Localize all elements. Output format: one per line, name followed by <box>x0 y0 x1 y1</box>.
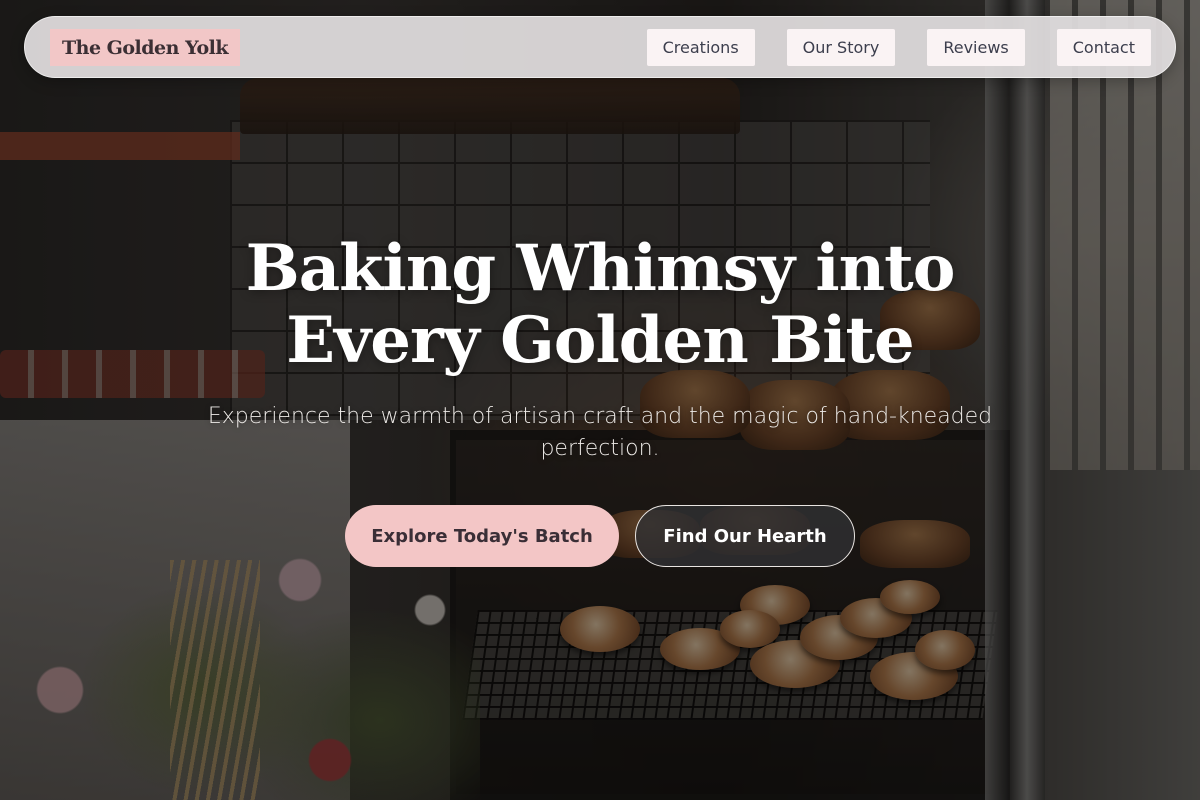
hero-background-image <box>0 0 1200 800</box>
nav-link-reviews[interactable]: Reviews <box>927 29 1025 66</box>
hero-title-line-2: Every Golden Bite <box>286 303 914 378</box>
navbar: The Golden Yolk Creations Our Story Revi… <box>24 16 1176 78</box>
hero-title-line-1: Baking Whimsy into <box>245 231 956 306</box>
hero-cta-group: Explore Today's Batch Find Our Hearth <box>0 505 1200 567</box>
find-hearth-button[interactable]: Find Our Hearth <box>635 505 855 567</box>
brand-logo[interactable]: The Golden Yolk <box>50 29 241 66</box>
hero-subtitle: Experience the warmth of artisan craft a… <box>207 404 993 461</box>
nav-link-our-story[interactable]: Our Story <box>786 29 896 66</box>
nav-link-creations[interactable]: Creations <box>646 29 755 66</box>
nav-link-contact[interactable]: Contact <box>1056 29 1151 66</box>
explore-batch-button[interactable]: Explore Today's Batch <box>345 505 619 567</box>
hero-title: Baking Whimsy into Every Golden Bite <box>150 233 1050 377</box>
nav-links: Creations Our Story Reviews Contact <box>646 29 1151 66</box>
